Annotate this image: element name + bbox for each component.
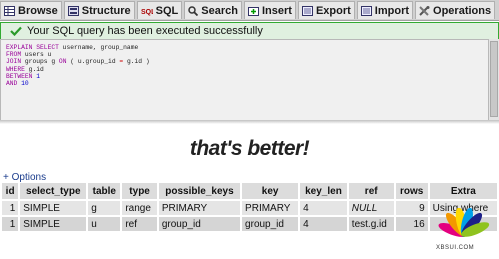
col-header-table[interactable]: table: [88, 183, 121, 199]
operations-icon: [419, 5, 430, 16]
structure-icon: [67, 5, 79, 16]
sql-text: ( u.group_id: [66, 58, 120, 66]
tab-import[interactable]: Import: [356, 1, 414, 19]
svg-text:SQL: SQL: [141, 9, 153, 16]
sql-keyword: FROM: [6, 51, 22, 59]
sql-text: g.id ): [123, 58, 150, 66]
tab-export[interactable]: Export: [297, 1, 355, 19]
col-header-id[interactable]: id: [2, 183, 19, 199]
success-message-text: Your SQL query has been executed success…: [27, 25, 263, 37]
sql-query-text: EXPLAIN SELECT username, group_name FROM…: [1, 40, 489, 87]
cell-possible-keys: group_id: [158, 217, 241, 231]
cell-id: 1: [2, 201, 19, 215]
cell-ref: test.g.id: [348, 217, 394, 231]
col-header-type[interactable]: type: [122, 183, 157, 199]
sql-keyword: EXPLAIN SELECT: [6, 44, 59, 51]
cell-id: 1: [2, 217, 19, 231]
sql-scrollbar[interactable]: [488, 39, 499, 120]
col-header-select-type[interactable]: select_type: [20, 183, 87, 199]
cell-key: PRIMARY: [242, 201, 299, 215]
tab-browse-label: Browse: [18, 4, 58, 17]
tab-search[interactable]: Search: [184, 1, 242, 19]
sql-number: 10: [17, 80, 29, 88]
sql-keyword: BETWEEN: [6, 72, 33, 80]
cell-rows: 9: [395, 201, 428, 215]
cell-possible-keys: PRIMARY: [158, 201, 241, 215]
tab-structure[interactable]: Structure: [63, 1, 135, 19]
check-icon: [10, 26, 22, 36]
insert-icon: [247, 6, 259, 16]
search-icon: [188, 5, 199, 16]
tab-browse[interactable]: Browse: [0, 1, 62, 19]
cell-select-type: SIMPLE: [20, 201, 87, 215]
cell-table: u: [88, 217, 121, 231]
col-header-extra[interactable]: Extra: [429, 183, 497, 199]
table-row[interactable]: 1 SIMPLE u ref group_id group_id 4 test.…: [2, 217, 497, 231]
export-icon: [301, 5, 313, 16]
table-header-row: id select_type table type possible_keys …: [2, 183, 497, 199]
cell-key-len: 4: [300, 217, 347, 231]
tab-structure-label: Structure: [81, 4, 131, 17]
tab-import-label: Import: [374, 4, 410, 17]
table-row[interactable]: 1 SIMPLE g range PRIMARY PRIMARY 4 NULL …: [2, 201, 497, 215]
sql-keyword: WHERE: [6, 65, 25, 73]
tab-insert[interactable]: Insert: [243, 1, 296, 19]
tab-sql-label: SQL: [155, 4, 179, 17]
tab-export-label: Export: [315, 4, 351, 17]
import-icon: [360, 5, 372, 16]
scrollbar-thumb[interactable]: [490, 41, 498, 117]
cell-key-len: 4: [300, 201, 347, 215]
cell-type: ref: [122, 217, 157, 231]
cell-rows: 16: [395, 217, 428, 231]
cell-table: g: [88, 201, 121, 215]
col-header-key-len[interactable]: key_len: [300, 183, 347, 199]
watermark-text: XBSUI.COM: [436, 245, 475, 251]
caption-text: that's better!: [189, 137, 310, 160]
tab-insert-label: Insert: [261, 4, 292, 17]
cell-key: group_id: [242, 217, 299, 231]
tab-sql[interactable]: SQL SQL: [136, 1, 183, 19]
sql-text: g.id: [24, 65, 44, 73]
sql-query-box: EXPLAIN SELECT username, group_name FROM…: [0, 39, 489, 121]
col-header-ref[interactable]: ref: [348, 183, 394, 199]
cell-type: range: [122, 201, 157, 215]
sql-icon: SQL: [141, 9, 153, 16]
tab-operations-label: Operations: [433, 4, 492, 17]
col-header-rows[interactable]: rows: [395, 183, 428, 199]
sql-number: 1: [32, 72, 41, 80]
sql-keyword: AND: [6, 80, 18, 88]
divider-shadow: [0, 120, 499, 124]
col-header-key[interactable]: key: [242, 183, 299, 199]
cell-select-type: SIMPLE: [20, 217, 87, 231]
tab-bar: Browse Structure SQL SQL Search Insert E…: [0, 0, 499, 21]
sql-text: users u: [21, 51, 52, 59]
sql-text: username, group_name: [58, 44, 139, 51]
browse-icon: [4, 5, 15, 16]
sql-text: groups g: [21, 58, 59, 66]
explain-results-table: id select_type table type possible_keys …: [0, 181, 499, 233]
col-header-possible-keys[interactable]: possible_keys: [158, 183, 241, 199]
success-message: Your SQL query has been executed success…: [0, 22, 499, 40]
sql-keyword: JOIN: [6, 58, 22, 66]
tab-search-label: Search: [201, 4, 238, 17]
cell-ref: NULL: [348, 201, 394, 215]
tab-operations[interactable]: Operations: [415, 1, 496, 19]
